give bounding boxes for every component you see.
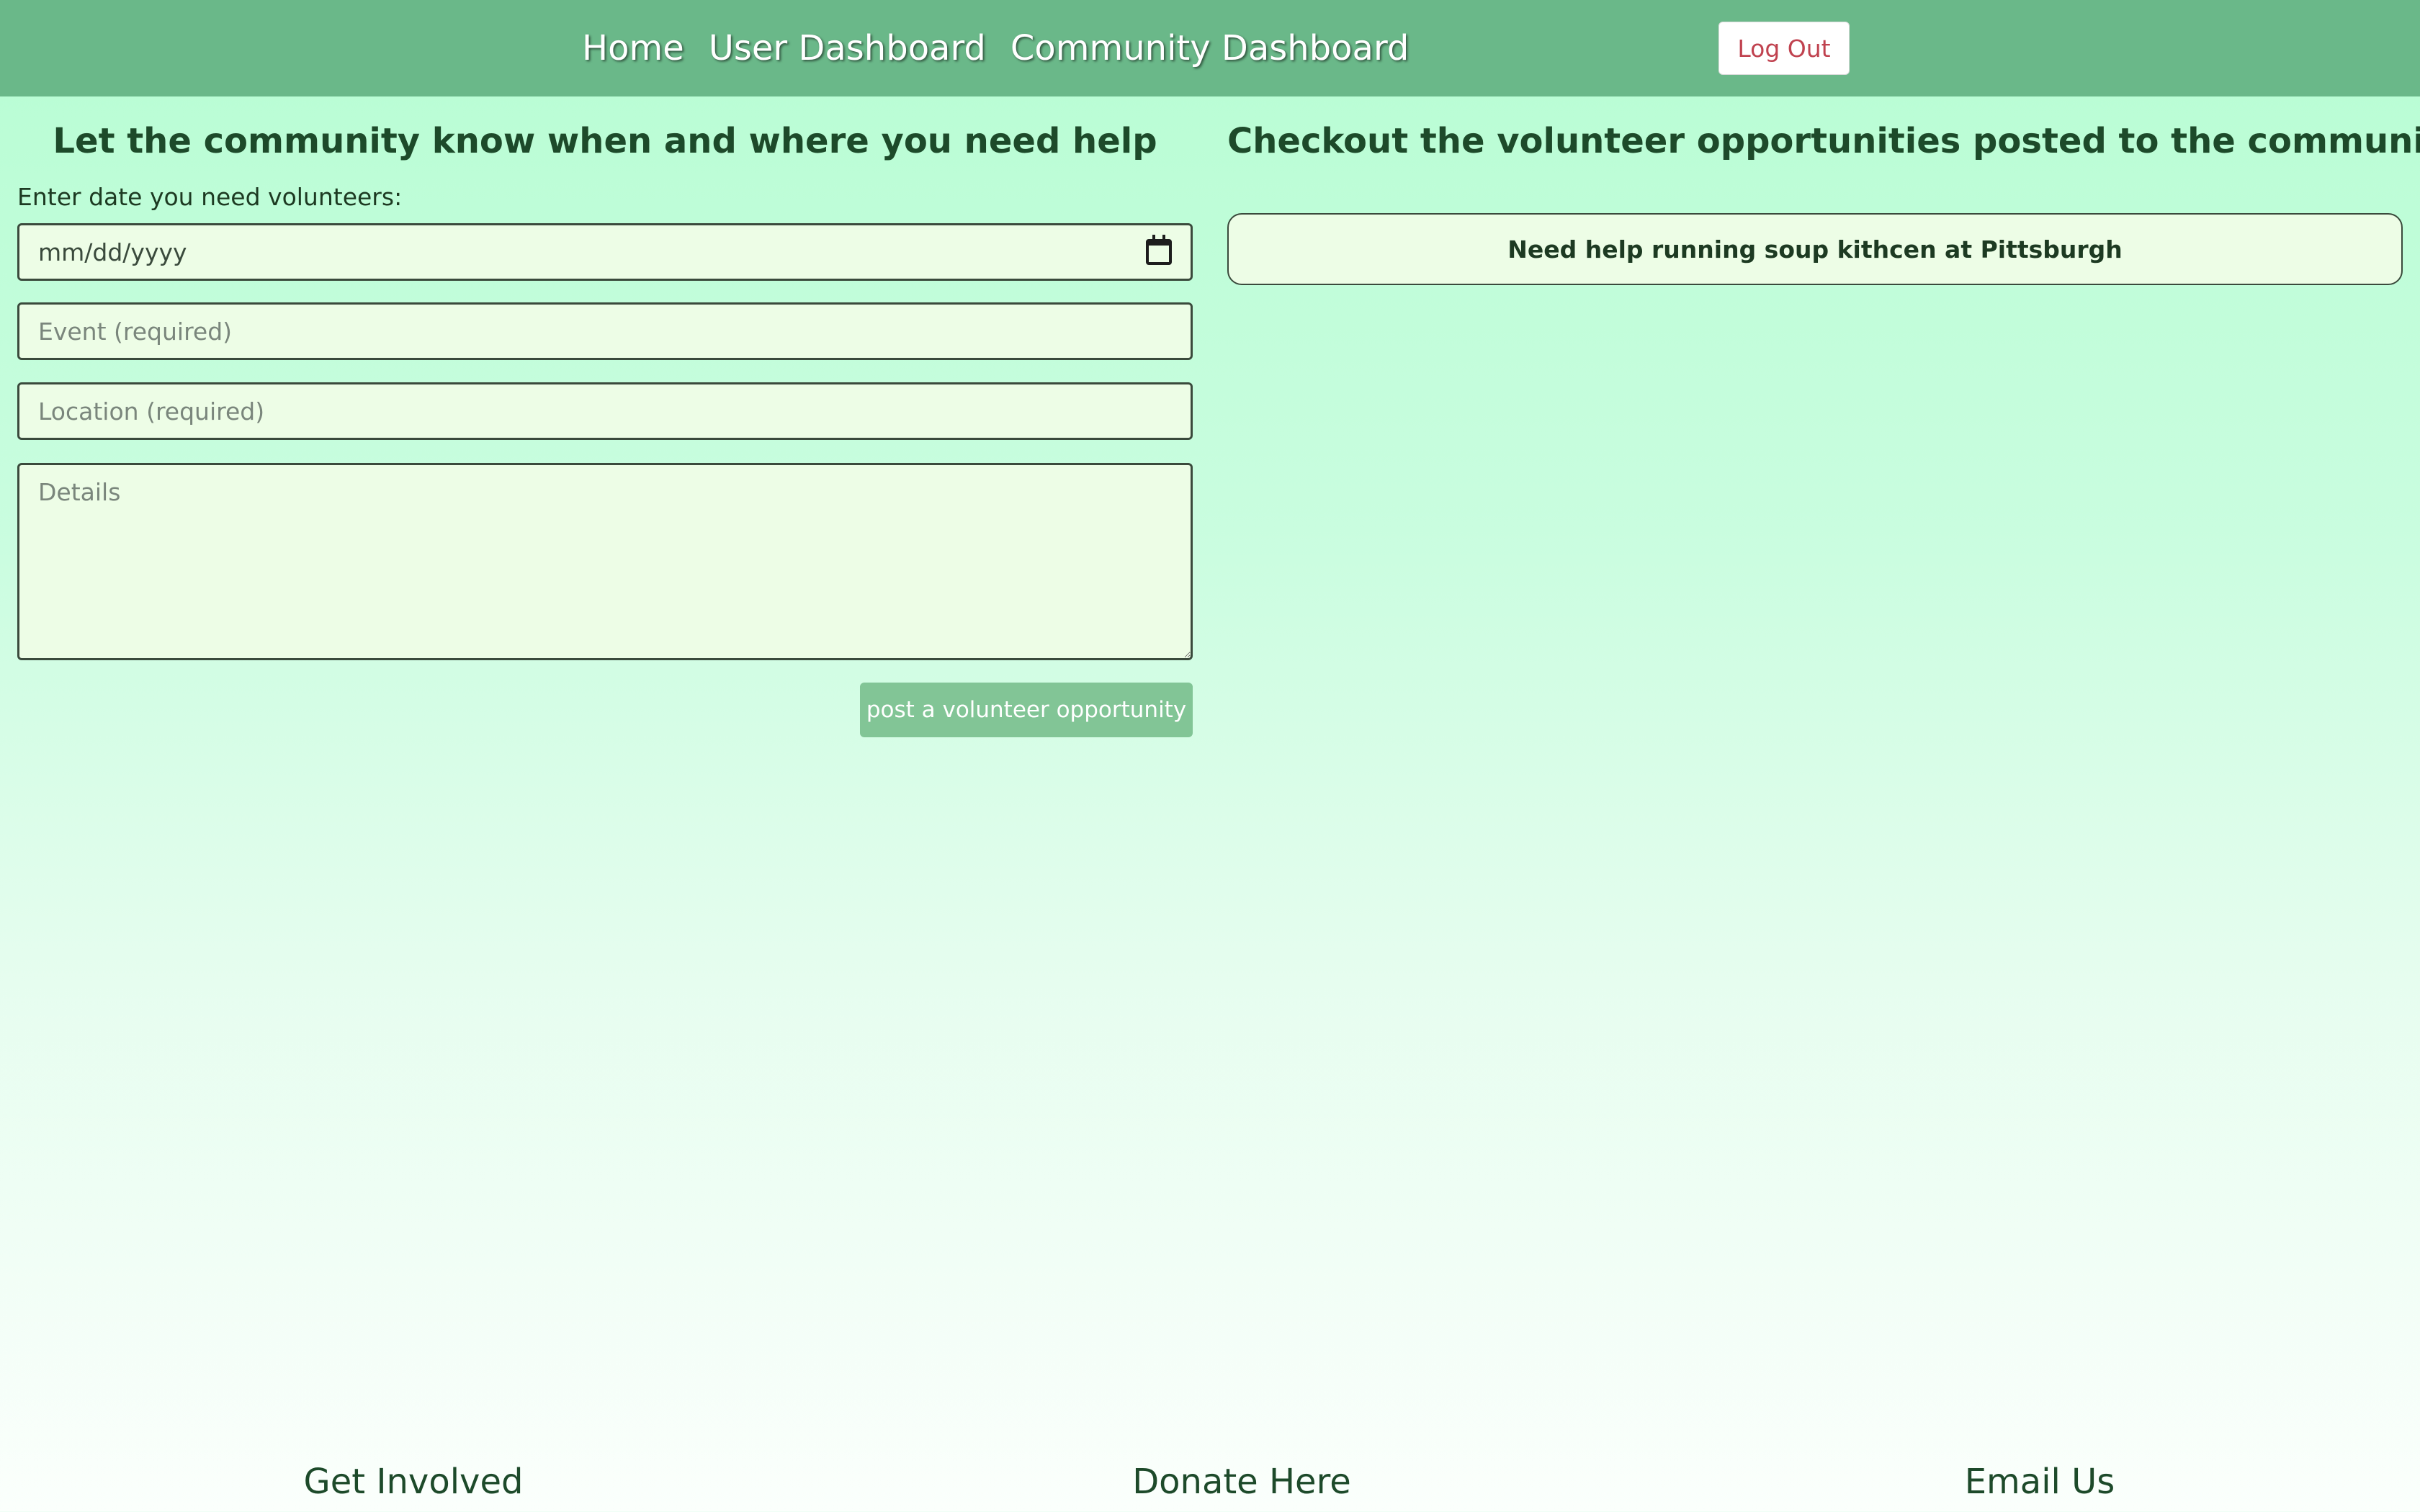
nav-link-home[interactable]: Home [582,28,684,68]
logout-button[interactable]: Log Out [1718,22,1850,75]
details-textarea[interactable] [17,463,1193,660]
opportunity-title: Need help running soup kithcen at Pittsb… [1507,235,2123,264]
date-label: Enter date you need volunteers: [17,183,403,211]
post-opportunity-button[interactable]: post a volunteer opportunity [860,683,1193,737]
footer-link-donate-here[interactable]: Donate Here [1026,1462,1458,1502]
date-input[interactable]: mm/dd/yyyy [17,223,1193,281]
footer-link-get-involved[interactable]: Get Involved [197,1462,629,1502]
nav-link-community-dashboard[interactable]: Community Dashboard [1010,28,1409,68]
footer-link-email-us[interactable]: Email Us [1824,1462,2256,1502]
opportunity-card[interactable]: Need help running soup kithcen at Pittsb… [1227,213,2403,285]
form-heading: Let the community know when and where yo… [53,121,1157,161]
location-input[interactable] [17,382,1193,440]
date-placeholder: mm/dd/yyyy [38,238,187,266]
opportunities-heading: Checkout the volunteer opportunities pos… [1227,121,2420,161]
event-input[interactable] [17,302,1193,360]
calendar-icon[interactable] [1146,235,1172,265]
nav-links: Home User Dashboard Community Dashboard [582,0,1409,96]
nav-link-user-dashboard[interactable]: User Dashboard [709,28,986,68]
navbar: Home User Dashboard Community Dashboard … [0,0,2420,96]
